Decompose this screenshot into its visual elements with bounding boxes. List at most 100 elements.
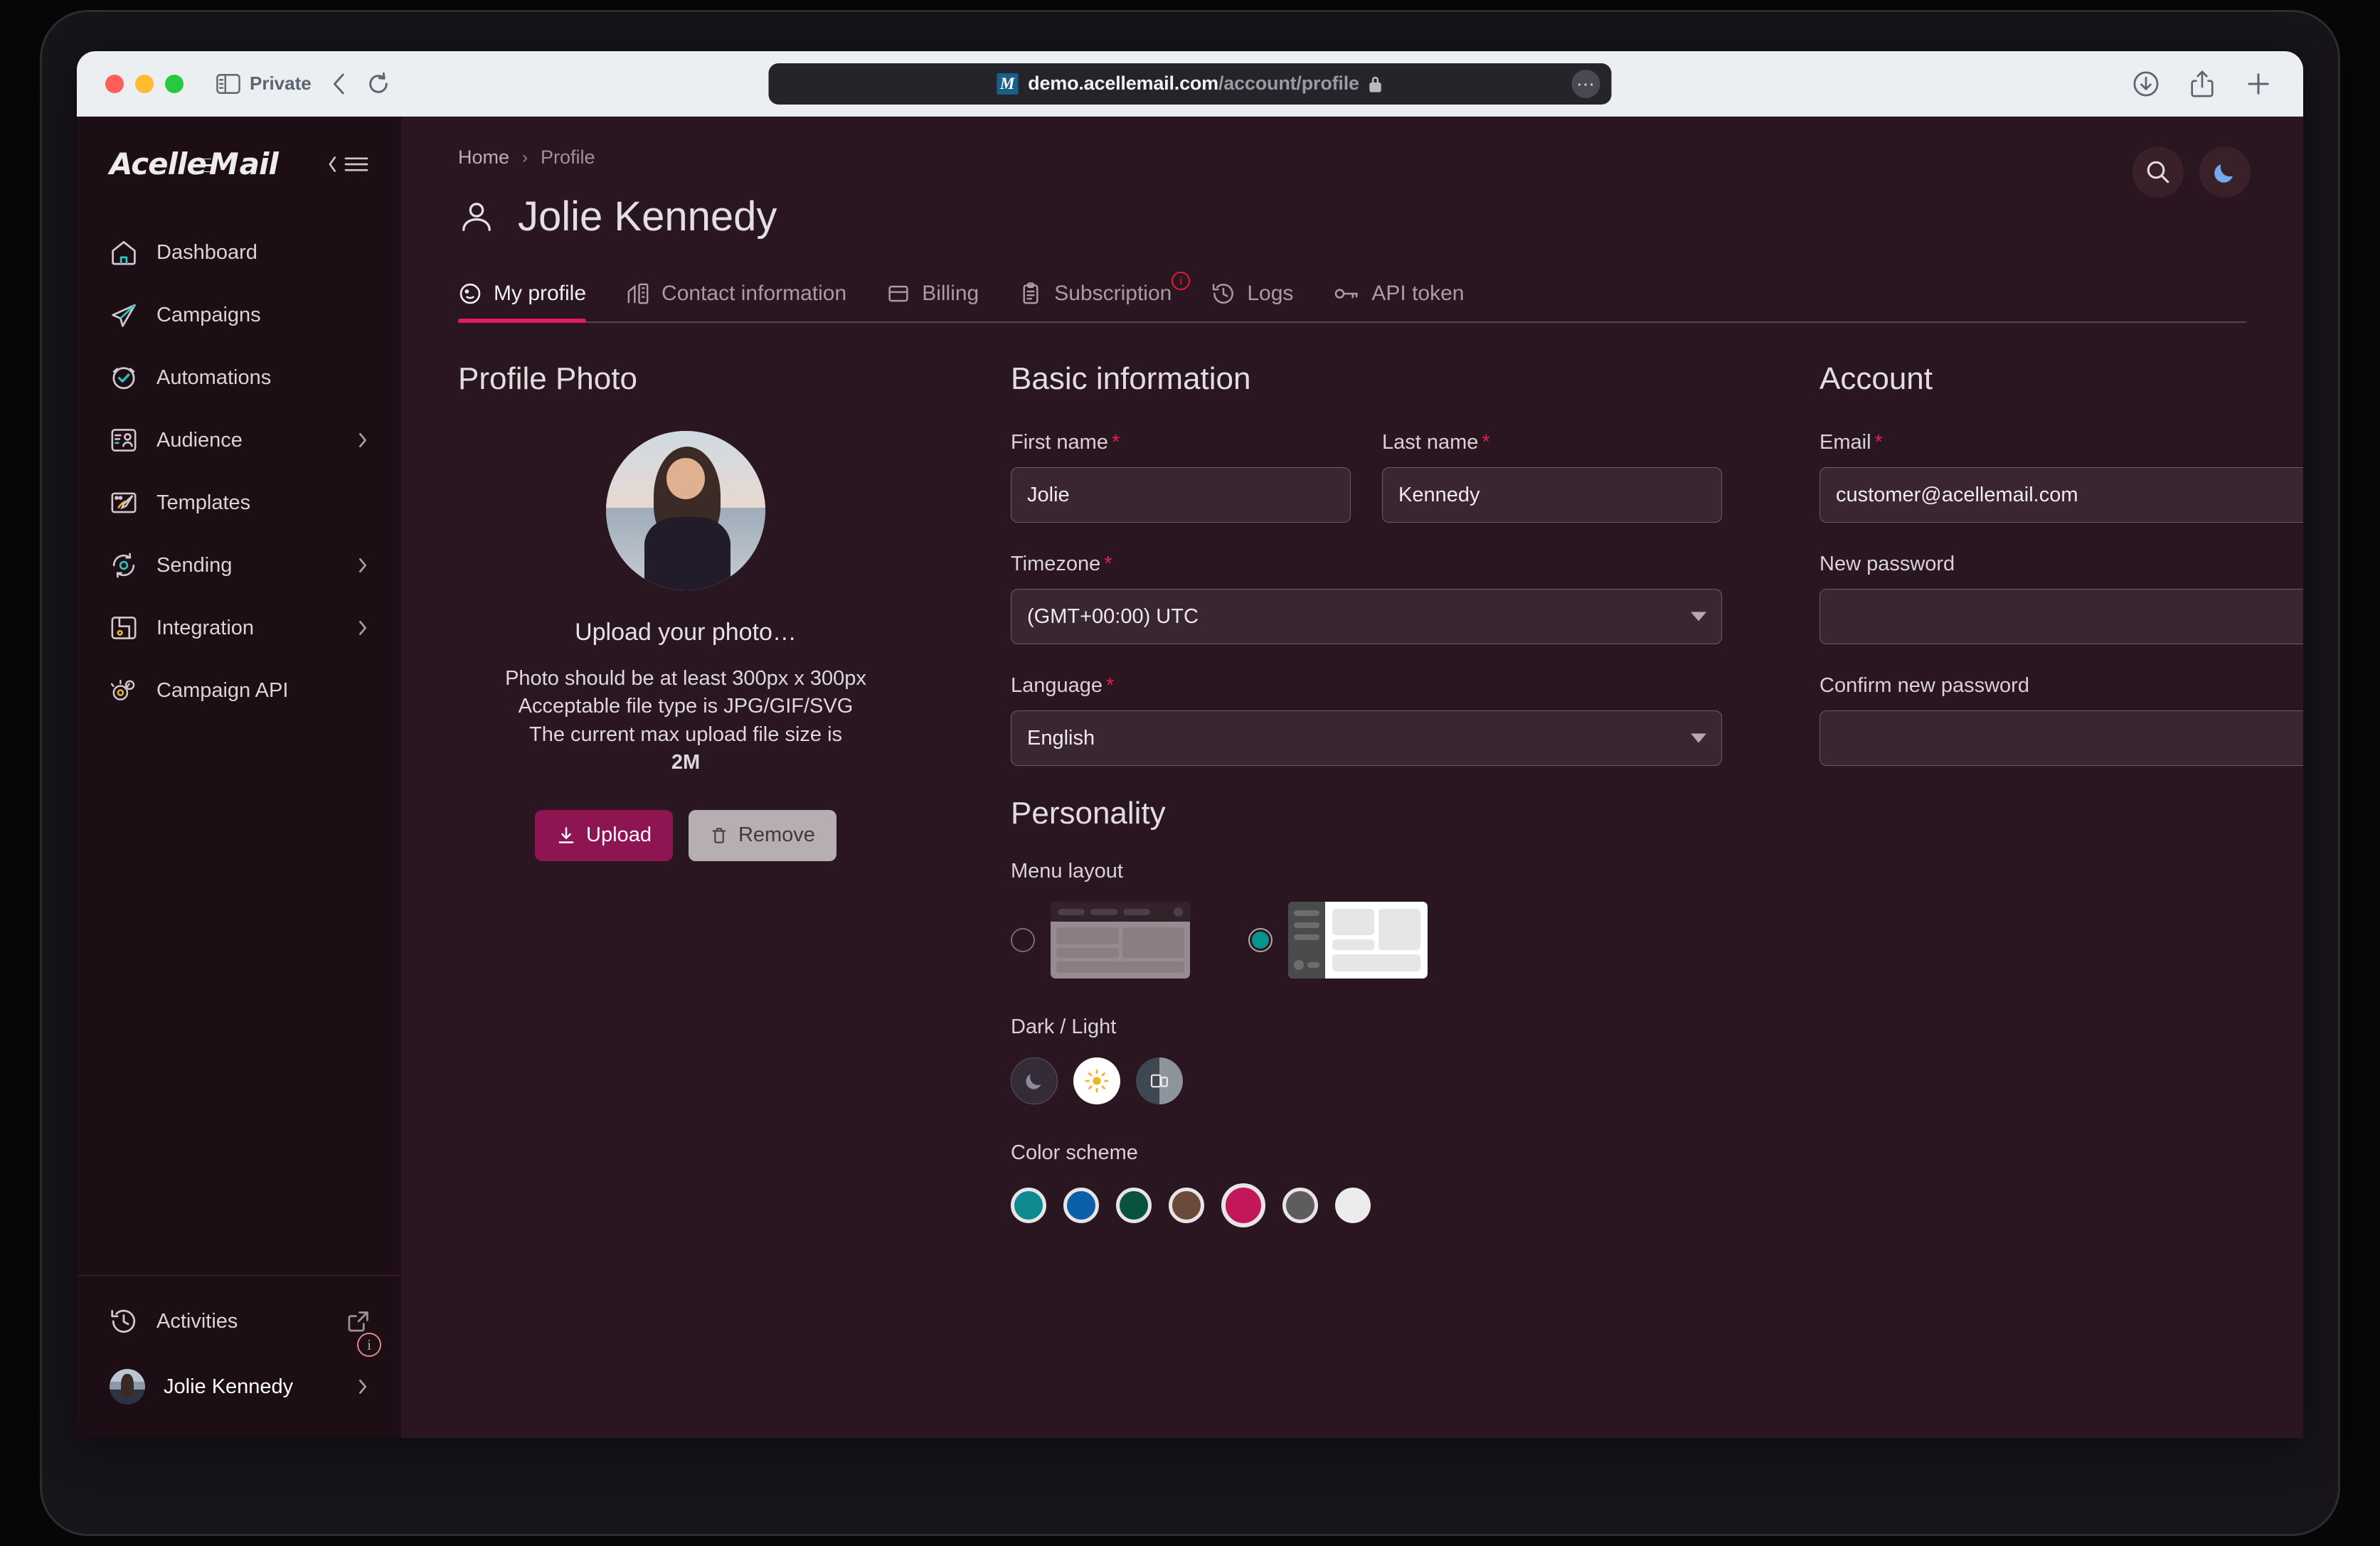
tab-subscription[interactable]: Subscription i: [1019, 272, 1191, 306]
first-name-group: First name *: [1011, 431, 1351, 523]
theme-mode-dark[interactable]: [1011, 1057, 1058, 1104]
tab-billing[interactable]: Billing: [886, 282, 979, 306]
new-password-group: New password: [1819, 553, 2303, 644]
sidebar-item-label: Automations: [156, 366, 272, 389]
sidebar-user-label: Jolie Kennedy: [164, 1375, 294, 1398]
upload-note-line-1: Photo should be at least 300px x 300px: [505, 667, 866, 690]
language-select[interactable]: [1011, 710, 1722, 766]
logo-mark-icon: M: [196, 146, 239, 181]
sidebar-item-automations[interactable]: Automations: [77, 346, 401, 409]
email-group: Email *: [1819, 431, 2303, 523]
user-info-badge[interactable]: i: [357, 1333, 381, 1357]
color-swatch-green[interactable]: [1116, 1188, 1152, 1223]
subscription-alert-badge[interactable]: i: [1172, 272, 1191, 290]
page-menu-button[interactable]: ⋯: [1571, 69, 1600, 98]
upload-button-label: Upload: [586, 823, 652, 847]
last-name-input[interactable]: [1382, 467, 1722, 523]
tab-my-profile[interactable]: My profile: [458, 282, 587, 323]
theme-mode-light[interactable]: [1073, 1057, 1120, 1104]
upload-note-line-2: Acceptable file type is JPG/GIF/SVG: [518, 695, 854, 718]
audience-icon: [110, 426, 138, 454]
app-logo[interactable]: Acelle Mail: [110, 146, 279, 181]
tab-label: Billing: [922, 282, 979, 305]
sidebar-item-campaign-api[interactable]: Campaign API: [77, 659, 401, 722]
upload-requirements: Photo should be at least 300px x 300px A…: [458, 665, 913, 777]
sidebar-item-activities[interactable]: Activities: [77, 1289, 401, 1354]
sidebar-item-sending[interactable]: Sending: [77, 534, 401, 597]
main-content: Home › Profile Jolie Kennedy My profile …: [401, 117, 2303, 1438]
tab-api-token[interactable]: API token: [1333, 282, 1464, 306]
upload-max-size: 2M: [671, 751, 701, 774]
email-field[interactable]: [1819, 467, 2303, 523]
address-bar[interactable]: M demo.acellemail.com /account/profile ⋯: [768, 63, 1612, 105]
menu-layout-radio-top[interactable]: [1011, 928, 1035, 952]
upload-photo-button[interactable]: Upload: [535, 809, 673, 861]
avatar: [110, 1369, 145, 1404]
check-circle-icon: [110, 363, 138, 392]
theme-toggle-button[interactable]: [2199, 146, 2251, 198]
search-button[interactable]: [2132, 146, 2184, 198]
sidebar-navigation: Dashboard Campaigns Automations Audience…: [77, 221, 401, 1275]
required-asterisk: *: [1482, 431, 1490, 454]
breadcrumb-home[interactable]: Home: [458, 146, 509, 169]
section-heading: Account: [1819, 361, 1933, 396]
last-name-label: Last name *: [1382, 431, 1490, 454]
minimize-window-button[interactable]: [135, 74, 154, 93]
basic-information-section: Basic information First name* Last na: [1011, 361, 1722, 1227]
new-password-field[interactable]: [1819, 589, 2303, 644]
history-icon: [110, 1307, 138, 1336]
sidebar-user-menu[interactable]: Jolie Kennedy i: [77, 1333, 401, 1419]
tab-contact-information[interactable]: Contact information: [626, 282, 846, 306]
theme-mode-system[interactable]: [1136, 1057, 1183, 1104]
sidebar-toggle-button[interactable]: Private: [216, 73, 312, 95]
sidebar-item-label: Campaign API: [156, 678, 289, 702]
menu-layout-options: [1011, 902, 1722, 979]
timezone-select[interactable]: [1011, 589, 1722, 644]
profile-photo-section: Profile Photo Upload your photo… Photo s…: [458, 361, 913, 1227]
back-button[interactable]: [330, 72, 349, 96]
window-controls[interactable]: [105, 74, 184, 93]
sidebar-item-audience[interactable]: Audience: [77, 409, 401, 471]
collapse-sidebar-button[interactable]: [326, 154, 370, 175]
lock-icon: [1368, 75, 1383, 93]
plug-icon: [110, 614, 138, 642]
section-heading: Basic information: [1011, 361, 1251, 396]
downloads-button[interactable]: [2132, 70, 2159, 97]
browser-window: Private M demo.acellemail.com /account/p…: [77, 51, 2303, 1438]
sidebar-item-label: Activities: [156, 1309, 238, 1333]
new-tab-button[interactable]: [2245, 70, 2272, 97]
sidebar-item-integration[interactable]: Integration: [77, 597, 401, 659]
reload-button[interactable]: [367, 72, 390, 96]
color-swatch-gray[interactable]: [1282, 1188, 1318, 1223]
menu-layout-radio-side[interactable]: [1248, 928, 1273, 952]
page-title-text: Jolie Kennedy: [518, 193, 777, 240]
color-swatch-white[interactable]: [1335, 1188, 1371, 1223]
remove-photo-button[interactable]: Remove: [688, 809, 836, 861]
menu-layout-preview-top[interactable]: [1051, 902, 1190, 979]
color-swatch-brown[interactable]: [1169, 1188, 1204, 1223]
tab-label: Contact information: [662, 282, 847, 305]
maximize-window-button[interactable]: [165, 74, 184, 93]
chevron-right-icon: [356, 431, 370, 449]
tab-logs[interactable]: Logs: [1211, 282, 1293, 306]
sidebar-item-templates[interactable]: Templates: [77, 471, 401, 534]
section-heading: Profile Photo: [458, 361, 637, 396]
moon-icon: [1023, 1070, 1046, 1092]
menu-layout-preview-side[interactable]: [1288, 902, 1428, 979]
email-label: Email *: [1819, 431, 1883, 454]
api-gear-icon: [110, 676, 138, 705]
close-window-button[interactable]: [105, 74, 124, 93]
confirm-password-field[interactable]: [1819, 710, 2303, 766]
color-swatch-blue[interactable]: [1063, 1188, 1099, 1223]
color-swatch-teal[interactable]: [1011, 1188, 1046, 1223]
sidebar-item-campaigns[interactable]: Campaigns: [77, 284, 401, 346]
menu-layout-label: Menu layout: [1011, 860, 1123, 883]
sidebar-item-dashboard[interactable]: Dashboard: [77, 221, 401, 284]
color-swatch-pink[interactable]: [1221, 1183, 1265, 1227]
share-button[interactable]: [2189, 70, 2215, 98]
first-name-input[interactable]: [1011, 467, 1351, 523]
color-scheme-options: [1011, 1183, 1722, 1227]
url-path: /account/profile: [1218, 73, 1359, 94]
url-host: demo.acellemail.com: [1028, 73, 1218, 94]
personality-section: Personality Menu layout Dark / Light Col…: [1011, 796, 1722, 1227]
